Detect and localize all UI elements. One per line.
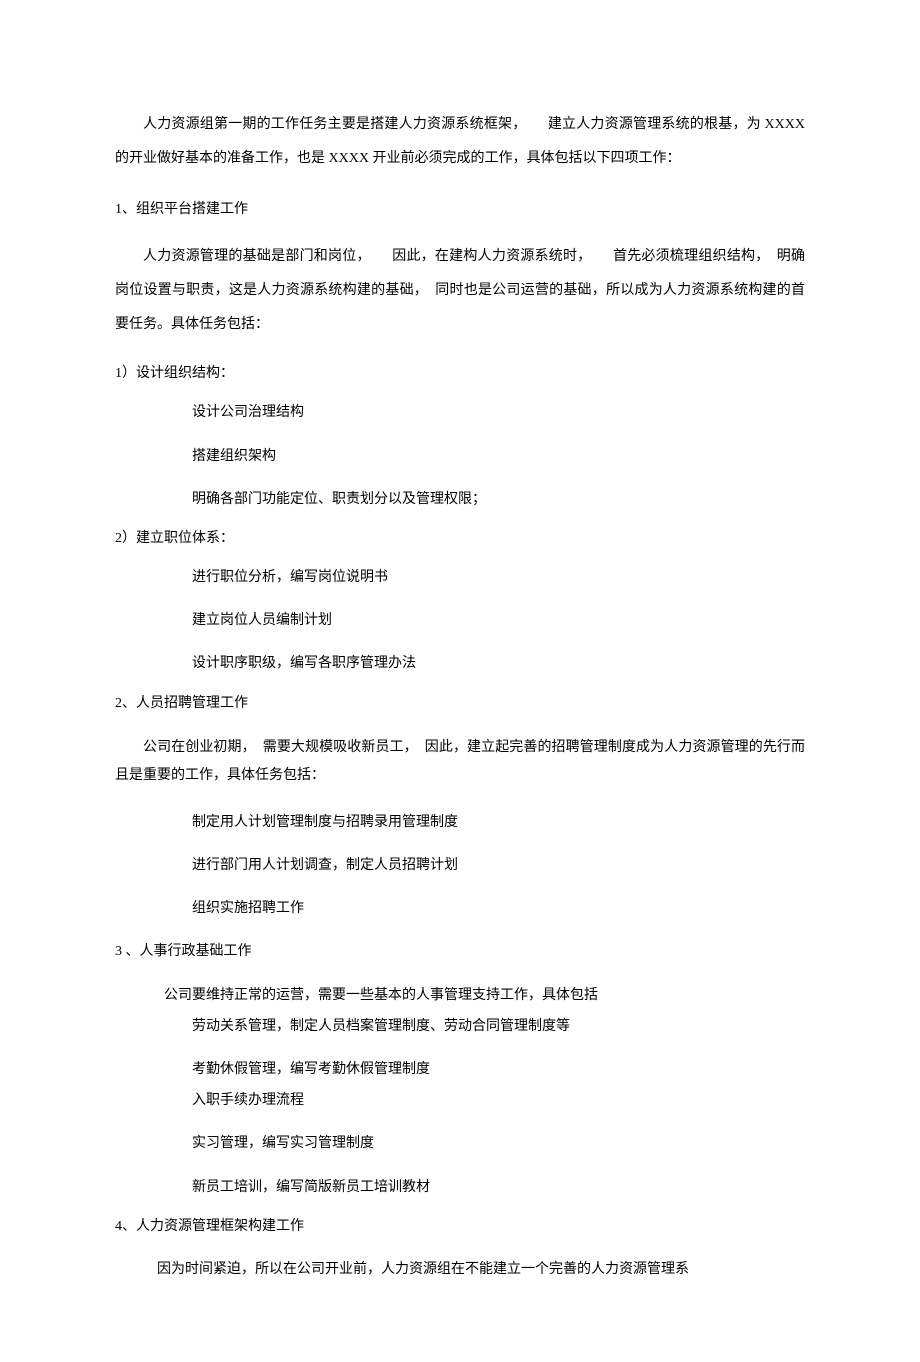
section-3-heading: 3 、人事行政基础工作 <box>115 939 805 964</box>
list-item: 实习管理，编写实习管理制度 <box>115 1131 805 1156</box>
section-1-heading: 1、组织平台搭建工作 <box>115 197 805 222</box>
list-item: 劳动关系管理，制定人员档案管理制度、劳动合同管理制度等 <box>115 1014 805 1039</box>
section-1-sub2-heading: 2）建立职位体系： <box>115 526 805 551</box>
list-item: 新员工培训，编写简版新员工培训教材 <box>115 1175 805 1200</box>
list-item: 设计职序职级，编写各职序管理办法 <box>115 651 805 676</box>
section-2-paragraph: 公司在创业初期， 需要大规模吸收新员工， 因此，建立起完善的招聘管理制度成为人力… <box>115 734 805 790</box>
section-4-paragraph: 因为时间紧迫，所以在公司开业前，人力资源组在不能建立一个完善的人力资源管理系 <box>115 1257 805 1282</box>
list-item: 组织实施招聘工作 <box>115 896 805 921</box>
list-item: 设计公司治理结构 <box>115 400 805 425</box>
section-2-heading: 2、人员招聘管理工作 <box>115 691 805 716</box>
list-item: 进行部门用人计划调查，制定人员招聘计划 <box>115 853 805 878</box>
list-item: 进行职位分析，编写岗位说明书 <box>115 565 805 590</box>
section-1-paragraph: 人力资源管理的基础是部门和岗位， 因此，在建构人力资源系统时， 首先必须梳理组织… <box>115 240 805 341</box>
section-1-sub1-heading: 1）设计组织结构： <box>115 361 805 386</box>
list-item: 明确各部门功能定位、职责划分以及管理权限； <box>115 487 805 512</box>
list-item: 考勤休假管理，编写考勤休假管理制度 <box>115 1057 805 1082</box>
list-item: 制定用人计划管理制度与招聘录用管理制度 <box>115 810 805 835</box>
section-4-heading: 4、人力资源管理框架构建工作 <box>115 1214 805 1239</box>
section-3-intro: 公司要维持正常的运营，需要一些基本的人事管理支持工作，具体包括 <box>115 983 805 1008</box>
list-item: 建立岗位人员编制计划 <box>115 608 805 633</box>
list-item: 搭建组织架构 <box>115 444 805 469</box>
intro-paragraph: 人力资源组第一期的工作任务主要是搭建人力资源系统框架， 建立人力资源管理系统的根… <box>115 108 805 175</box>
list-item: 入职手续办理流程 <box>115 1088 805 1113</box>
